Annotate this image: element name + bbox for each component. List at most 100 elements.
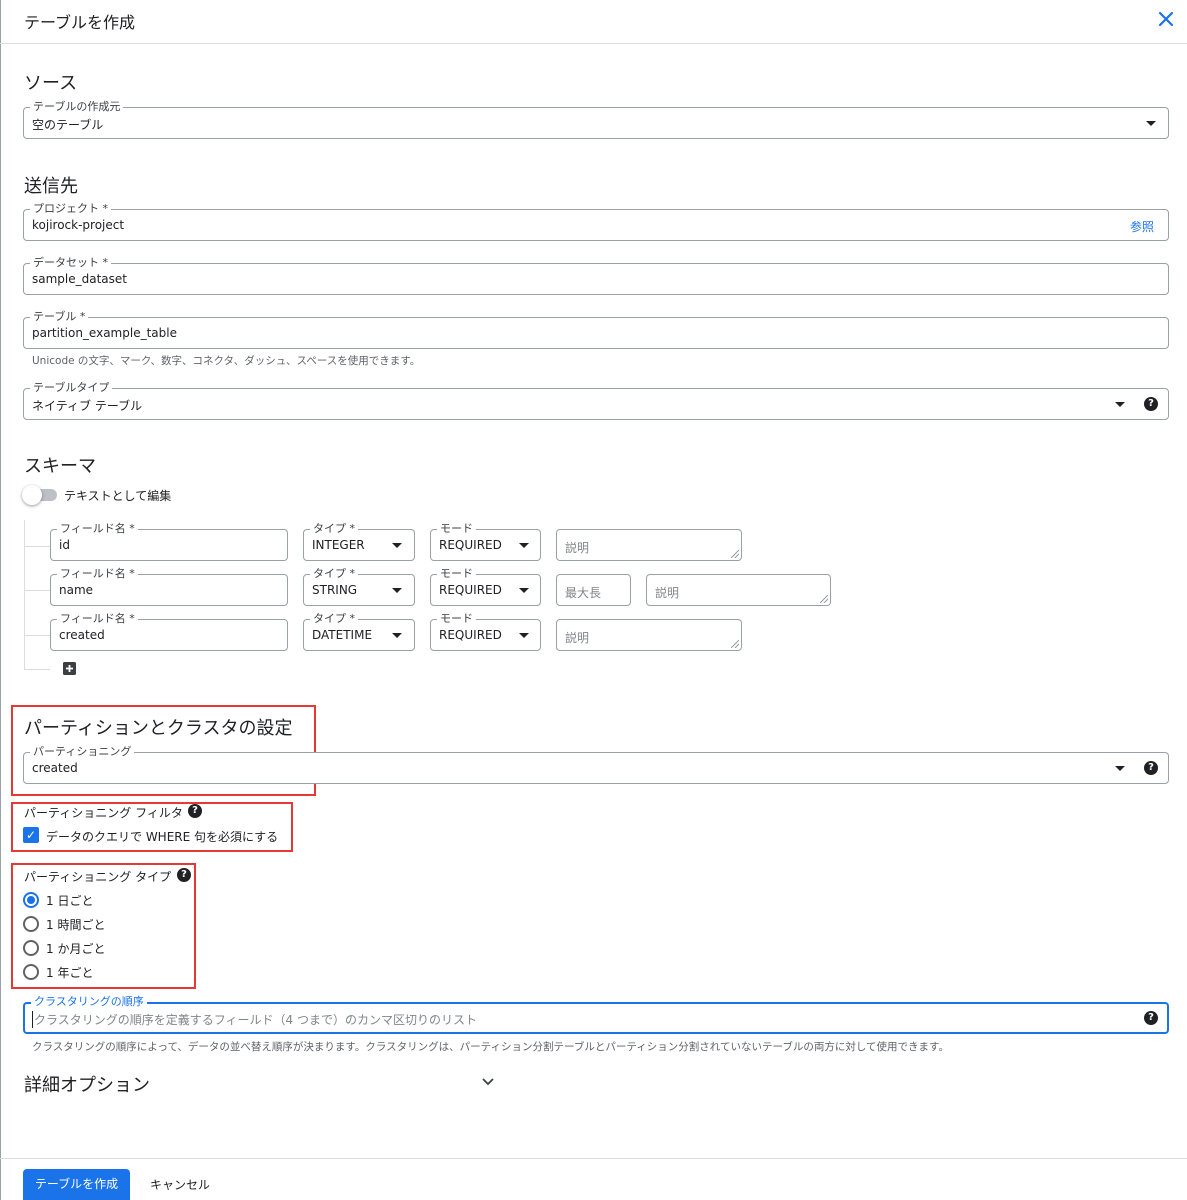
help-icon[interactable]: ? (1144, 1011, 1158, 1025)
radio-hourly-label: 1 時間ごと (46, 918, 106, 932)
field-name-label: フィールド名 * (57, 612, 138, 626)
field-maxlength-input[interactable]: 最大長 (556, 574, 631, 606)
field-name-label: フィールド名 * (57, 567, 138, 581)
resize-handle-icon[interactable] (820, 595, 828, 603)
dropdown-arrow-icon (392, 588, 402, 593)
field-type-select[interactable]: タイプ * DATETIME (303, 612, 415, 651)
field-name-input[interactable]: フィールド名 * name (50, 567, 288, 606)
radio-yearly-label: 1 年ごと (46, 966, 94, 980)
dialog-title: テーブルを作成 (24, 13, 136, 32)
table-name-field[interactable]: テーブル * partition_example_table (23, 310, 1169, 349)
field-name-input[interactable]: フィールド名 * id (50, 522, 288, 561)
field-type-value: INTEGER (312, 538, 365, 552)
field-mode-label: モード (437, 567, 476, 581)
source-heading: ソース (24, 73, 78, 94)
schema-tree-branch (24, 669, 50, 670)
close-icon[interactable] (1155, 8, 1177, 30)
dropdown-arrow-icon (519, 543, 529, 548)
radio-hourly[interactable] (23, 916, 39, 932)
dropdown-arrow-icon (1146, 121, 1156, 126)
create-from-select[interactable]: テーブルの作成元 空のテーブル (23, 100, 1169, 139)
dialog-header (0, 0, 1187, 44)
dropdown-arrow-icon (392, 543, 402, 548)
field-name-value: created (59, 628, 105, 642)
description-placeholder: 説明 (655, 586, 680, 600)
resize-handle-icon[interactable] (731, 550, 739, 558)
field-mode-select[interactable]: モード REQUIRED (430, 567, 541, 606)
field-name-input[interactable]: フィールド名 * created (50, 612, 288, 651)
destination-heading: 送信先 (24, 176, 78, 197)
radio-monthly[interactable] (23, 940, 39, 956)
toggle-knob[interactable] (22, 485, 42, 505)
field-mode-select[interactable]: モード REQUIRED (430, 612, 541, 651)
description-placeholder: 説明 (565, 631, 590, 645)
field-type-value: DATETIME (312, 628, 373, 642)
field-type-label: タイプ * (310, 567, 358, 581)
browse-link[interactable]: 参照 (1130, 218, 1154, 235)
table-type-select[interactable]: テーブルタイプ ネイティブ テーブル ? (23, 381, 1169, 420)
require-where-checkbox[interactable]: ✓ (23, 827, 39, 843)
schema-tree-line (24, 520, 25, 670)
schema-tree-branch (24, 590, 50, 591)
dropdown-arrow-icon (519, 588, 529, 593)
clustering-label: クラスタリングの順序 (31, 995, 147, 1009)
table-type-label: テーブルタイプ (30, 381, 113, 395)
window-edge (0, 0, 1, 1200)
field-type-select[interactable]: タイプ * STRING (303, 567, 415, 606)
table-type-value: ネイティブ テーブル (32, 399, 143, 413)
plus-box-icon[interactable] (63, 662, 76, 675)
help-icon[interactable]: ? (1144, 397, 1158, 411)
dropdown-arrow-icon (519, 633, 529, 638)
field-mode-label: モード (437, 612, 476, 626)
maxlength-placeholder: 最大長 (565, 586, 602, 600)
dropdown-arrow-icon (1115, 766, 1125, 771)
dataset-field[interactable]: データセット * sample_dataset (23, 256, 1169, 295)
field-mode-value: REQUIRED (439, 583, 502, 597)
clustering-order-input[interactable]: クラスタリングの順序 クラスタリングの順序を定義するフィールド（4 つまで）のカ… (23, 995, 1169, 1034)
chevron-down-icon[interactable] (480, 1076, 496, 1088)
partition-filter-label: パーティショニング フィルタ (24, 806, 183, 820)
resize-handle-icon[interactable] (731, 640, 739, 648)
description-placeholder: 説明 (565, 541, 590, 555)
dropdown-arrow-icon (392, 633, 402, 638)
help-icon[interactable]: ? (177, 868, 191, 882)
field-type-label: タイプ * (310, 612, 358, 626)
field-description-input[interactable]: 説明 (556, 529, 742, 561)
project-value: kojirock-project (32, 218, 125, 232)
partitioning-select[interactable]: パーティショニング created ? (23, 745, 1169, 784)
partition-type-label: パーティショニング タイプ (24, 870, 172, 884)
field-name-value: id (59, 538, 70, 552)
partitioning-value: created (32, 761, 78, 775)
help-icon[interactable]: ? (188, 804, 202, 818)
field-mode-select[interactable]: モード REQUIRED (430, 522, 541, 561)
field-mode-value: REQUIRED (439, 538, 502, 552)
clustering-hint: クラスタリングの順序によって、データの並べ替え順序が決まります。クラスタリングは… (32, 1041, 949, 1053)
field-type-label: タイプ * (310, 522, 358, 536)
field-description-input[interactable]: 説明 (556, 619, 742, 651)
cancel-button[interactable]: キャンセル (150, 1176, 210, 1193)
project-field[interactable]: プロジェクト * kojirock-project 参照 (23, 202, 1169, 241)
create-from-label: テーブルの作成元 (30, 100, 124, 114)
field-type-select[interactable]: タイプ * INTEGER (303, 522, 415, 561)
field-name-value: name (59, 583, 94, 597)
radio-daily[interactable] (23, 892, 39, 908)
help-icon[interactable]: ? (1144, 761, 1158, 775)
radio-yearly[interactable] (23, 964, 39, 980)
table-name-hint: Unicode の文字、マーク、数字、コネクタ、ダッシュ、スペースを使用できます… (32, 355, 421, 367)
field-description-input[interactable]: 説明 (646, 574, 831, 606)
schema-tree-branch (24, 635, 50, 636)
dataset-value: sample_dataset (32, 272, 127, 286)
partition-heading: パーティションとクラスタの設定 (24, 718, 293, 739)
radio-daily-label: 1 日ごと (46, 894, 94, 908)
create-table-button[interactable]: テーブルを作成 (23, 1169, 130, 1200)
field-mode-label: モード (437, 522, 476, 536)
clustering-placeholder: クラスタリングの順序を定義するフィールド（4 つまで）のカンマ区切りのリスト (32, 1011, 477, 1028)
create-from-value: 空のテーブル (32, 118, 104, 132)
advanced-options-heading[interactable]: 詳細オプション (24, 1071, 150, 1097)
footer-divider (0, 1158, 1187, 1159)
schema-tree-branch (24, 546, 50, 547)
require-where-label: データのクエリで WHERE 句を必須にする (46, 830, 279, 844)
table-name-value: partition_example_table (32, 326, 177, 340)
edit-as-text-label: テキストとして編集 (64, 489, 172, 503)
dataset-label: データセット * (30, 256, 111, 270)
